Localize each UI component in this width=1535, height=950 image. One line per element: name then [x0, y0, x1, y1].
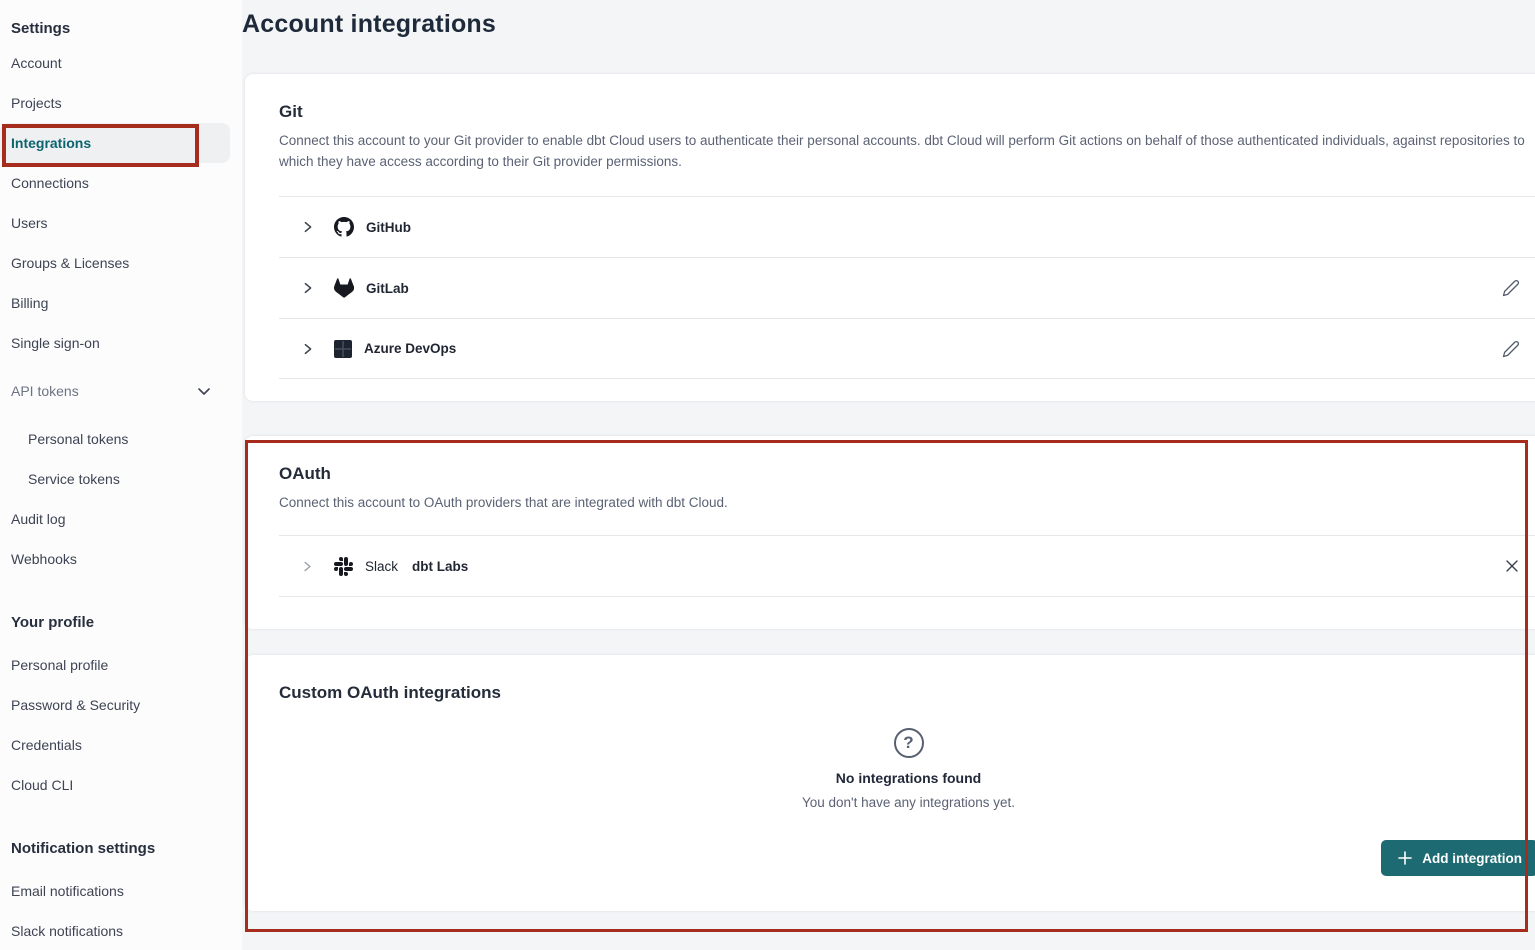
- sidebar-item-connections[interactable]: Connections: [0, 163, 230, 203]
- add-integration-button[interactable]: Add integration: [1381, 840, 1535, 876]
- sidebar-item-password-security[interactable]: Password & Security: [0, 685, 230, 725]
- sidebar-item-personal-profile[interactable]: Personal profile: [0, 645, 230, 685]
- main-content: Account integrations Git Connect this ac…: [242, 0, 1535, 911]
- azure-devops-icon: [334, 340, 352, 358]
- empty-state: ? No integrations found You don't have a…: [279, 728, 1535, 810]
- sidebar-section-your-profile: Your profile: [0, 607, 242, 637]
- sidebar-item-service-tokens[interactable]: Service tokens: [0, 459, 230, 499]
- sidebar-item-integrations[interactable]: Integrations: [0, 123, 230, 163]
- sidebar-item-billing[interactable]: Billing: [0, 283, 230, 323]
- empty-state-subtitle: You don't have any integrations yet.: [802, 795, 1015, 810]
- empty-state-title: No integrations found: [836, 770, 981, 786]
- oauth-provider-list: Slack dbt Labs: [279, 535, 1535, 597]
- chevron-right-icon[interactable]: [301, 220, 315, 234]
- question-circle-icon: ?: [894, 728, 924, 758]
- chevron-right-icon[interactable]: [301, 281, 315, 295]
- git-provider-row-azure-devops[interactable]: Azure DevOps: [279, 318, 1535, 379]
- sidebar-item-groups-licenses[interactable]: Groups & Licenses: [0, 243, 230, 283]
- edit-gitlab-button[interactable]: [1498, 275, 1524, 301]
- sidebar-item-api-tokens[interactable]: API tokens: [0, 371, 230, 411]
- page-title: Account integrations: [242, 0, 1535, 39]
- git-provider-row-github[interactable]: GitHub: [279, 196, 1535, 257]
- oauth-provider-row-slack[interactable]: Slack dbt Labs: [279, 535, 1535, 597]
- sidebar-item-cloud-cli[interactable]: Cloud CLI: [0, 765, 230, 805]
- sidebar-item-single-sign-on[interactable]: Single sign-on: [0, 323, 230, 363]
- sidebar-item-credentials[interactable]: Credentials: [0, 725, 230, 765]
- edit-azure-devops-button[interactable]: [1498, 336, 1524, 362]
- sidebar-item-email-notifications[interactable]: Email notifications: [0, 871, 230, 911]
- chevron-down-icon: [196, 383, 212, 399]
- oauth-section-title: OAuth: [279, 464, 1535, 484]
- slack-icon: [334, 557, 353, 576]
- custom-oauth-section-title: Custom OAuth integrations: [279, 683, 1535, 703]
- remove-slack-button[interactable]: [1500, 554, 1524, 578]
- git-provider-name: Azure DevOps: [364, 341, 456, 356]
- oauth-section-description: Connect this account to OAuth providers …: [279, 492, 1535, 513]
- sidebar-item-webhooks[interactable]: Webhooks: [0, 539, 230, 579]
- sidebar-item-slack-notifications[interactable]: Slack notifications: [0, 911, 230, 950]
- git-provider-row-gitlab[interactable]: GitLab: [279, 257, 1535, 318]
- gitlab-icon: [334, 278, 354, 298]
- git-section-title: Git: [279, 102, 1535, 122]
- chevron-right-icon[interactable]: [301, 560, 315, 573]
- sidebar-item-users[interactable]: Users: [0, 203, 230, 243]
- custom-oauth-section-card: Custom OAuth integrations ? No integrati…: [245, 655, 1535, 911]
- sidebar-item-account[interactable]: Account: [0, 43, 230, 83]
- oauth-section-card: OAuth Connect this account to OAuth prov…: [245, 436, 1535, 629]
- sidebar-section-notification-settings: Notification settings: [0, 833, 242, 863]
- oauth-provider-name: Slack: [365, 559, 398, 574]
- button-bar: Add integration: [279, 840, 1535, 876]
- oauth-provider-account: dbt Labs: [412, 559, 468, 574]
- add-integration-label: Add integration: [1422, 851, 1522, 866]
- git-provider-name: GitLab: [366, 281, 409, 296]
- git-provider-name: GitHub: [366, 220, 411, 235]
- settings-sidebar: Settings Account Projects Integrations C…: [0, 0, 242, 950]
- github-icon: [334, 217, 354, 237]
- sidebar-item-audit-log[interactable]: Audit log: [0, 499, 230, 539]
- sidebar-item-personal-tokens[interactable]: Personal tokens: [0, 419, 230, 459]
- plus-icon: [1397, 850, 1413, 866]
- pencil-icon: [1502, 279, 1520, 297]
- chevron-right-icon[interactable]: [301, 342, 315, 356]
- sidebar-item-projects[interactable]: Projects: [0, 83, 230, 123]
- git-provider-list: GitHub GitLab: [279, 196, 1535, 379]
- pencil-icon: [1502, 340, 1520, 358]
- sidebar-section-settings: Settings: [0, 13, 242, 43]
- close-icon: [1504, 558, 1520, 574]
- git-section-card: Git Connect this account to your Git pro…: [245, 74, 1535, 401]
- git-section-description: Connect this account to your Git provide…: [279, 130, 1535, 172]
